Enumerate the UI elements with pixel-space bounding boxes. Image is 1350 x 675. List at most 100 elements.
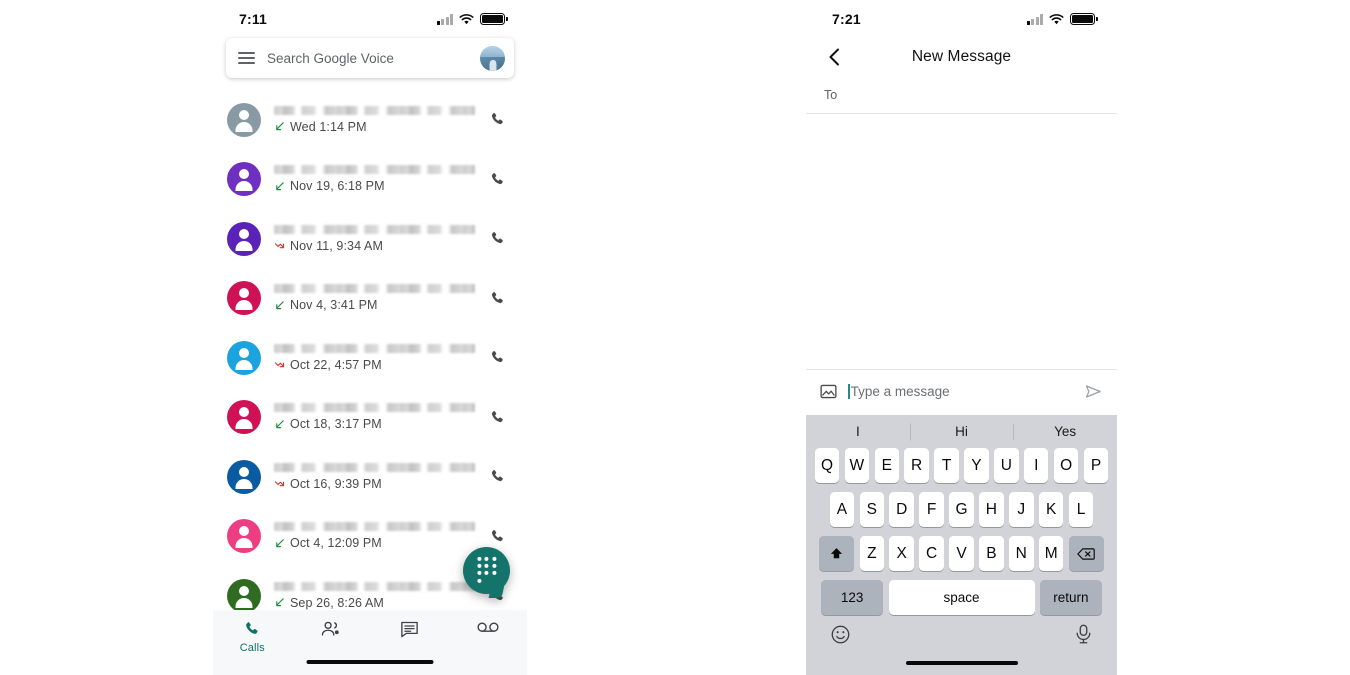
missed-call-icon: [274, 481, 285, 487]
search-input[interactable]: Search Google Voice: [267, 51, 468, 66]
key-u[interactable]: U: [994, 448, 1019, 483]
account-avatar[interactable]: [480, 45, 505, 71]
call-status-line: Oct 4, 12:09 PM: [274, 536, 475, 550]
call-timestamp: Wed 1:14 PM: [290, 119, 367, 134]
call-log-row[interactable]: Oct 22, 4:57 PM: [213, 328, 527, 388]
key-y[interactable]: Y: [964, 448, 989, 483]
key-e[interactable]: E: [874, 448, 900, 483]
call-timestamp: Oct 18, 3:17 PM: [290, 417, 382, 432]
key-x[interactable]: X: [889, 536, 914, 571]
emoji-smiley-icon[interactable]: [830, 624, 851, 645]
message-composer: Type a message: [806, 369, 1117, 413]
key-r[interactable]: R: [904, 448, 929, 483]
key-g[interactable]: G: [949, 492, 974, 527]
nav-tab-contacts[interactable]: Contacts: [292, 619, 371, 654]
key-t[interactable]: T: [934, 448, 959, 483]
call-back-icon[interactable]: [488, 408, 507, 427]
key-b[interactable]: B: [979, 536, 1004, 571]
call-log-row[interactable]: Nov 11, 9:34 AM: [213, 209, 527, 269]
key-j[interactable]: J: [1009, 492, 1034, 527]
key-i[interactable]: I: [1023, 448, 1049, 483]
call-details: Oct 16, 9:39 PM: [274, 462, 475, 491]
recipient-field-row[interactable]: To: [806, 76, 1117, 114]
call-back-icon[interactable]: [488, 110, 507, 129]
key-p[interactable]: P: [1083, 448, 1109, 483]
shift-key[interactable]: [819, 536, 855, 571]
insert-image-icon[interactable]: [820, 383, 837, 400]
call-back-icon[interactable]: [488, 229, 507, 248]
call-timestamp: Nov 11, 9:34 AM: [290, 238, 383, 253]
message-placeholder: Type a message: [850, 384, 950, 399]
key-d[interactable]: D: [889, 492, 914, 527]
voicemail-icon: [477, 622, 499, 632]
key-c[interactable]: C: [919, 536, 944, 571]
call-log-row[interactable]: Oct 18, 3:17 PM: [213, 388, 527, 448]
call-details: Nov 19, 6:18 PM: [274, 165, 475, 193]
suggestion-chip[interactable]: Yes: [1013, 424, 1117, 439]
message-input[interactable]: Type a message: [848, 384, 1073, 399]
call-status-line: Nov 4, 3:41 PM: [274, 298, 475, 312]
dialpad-fab[interactable]: [463, 547, 510, 594]
keyboard-row-3: Z X C V B N M: [806, 536, 1117, 571]
space-key[interactable]: space: [888, 580, 1035, 615]
call-back-icon[interactable]: [488, 527, 507, 546]
contact-avatar: [227, 102, 261, 137]
contact-avatar: [227, 162, 261, 197]
hamburger-menu-icon[interactable]: [238, 51, 255, 65]
nav-tab-voicemail[interactable]: Voicemail: [449, 619, 528, 650]
microphone-icon[interactable]: [1074, 623, 1093, 645]
key-h[interactable]: H: [979, 492, 1004, 527]
call-timestamp: Sep 26, 8:26 AM: [290, 595, 384, 610]
key-w[interactable]: W: [844, 448, 870, 483]
key-z[interactable]: Z: [859, 536, 885, 571]
contact-name-redacted: [274, 343, 475, 353]
contact-name-redacted: [274, 522, 475, 532]
call-history-list: Wed 1:14 PM Nov 19, 6:18 PM Nov 11, 9:34…: [213, 90, 527, 626]
key-n[interactable]: N: [1009, 536, 1034, 571]
call-back-icon[interactable]: [488, 289, 507, 308]
contact-avatar: [227, 578, 261, 613]
nav-tab-messages[interactable]: Messages: [370, 619, 449, 654]
numeric-key[interactable]: 123: [821, 580, 884, 615]
autocorrect-suggestion-bar: I Hi Yes: [806, 415, 1117, 448]
backspace-icon: [1077, 547, 1096, 560]
backspace-key[interactable]: [1068, 536, 1104, 571]
call-log-row[interactable]: Wed 1:14 PM: [213, 90, 527, 150]
key-s[interactable]: S: [859, 492, 885, 527]
call-back-icon[interactable]: [488, 467, 507, 486]
contact-name-redacted: [274, 165, 475, 175]
contact-avatar: [227, 459, 261, 494]
call-status-line: Oct 16, 9:39 PM: [274, 477, 475, 491]
key-a[interactable]: A: [829, 492, 855, 527]
key-f[interactable]: F: [919, 492, 944, 527]
contacts-icon: [322, 621, 339, 636]
call-log-row[interactable]: Nov 4, 3:41 PM: [213, 269, 527, 329]
key-q[interactable]: Q: [814, 448, 840, 483]
key-o[interactable]: O: [1053, 448, 1079, 483]
key-l[interactable]: L: [1068, 492, 1094, 527]
key-k[interactable]: K: [1038, 492, 1064, 527]
contact-name-redacted: [274, 403, 475, 413]
call-log-row[interactable]: Oct 16, 9:39 PM: [213, 447, 527, 507]
wifi-icon: [1049, 13, 1064, 24]
call-timestamp: Nov 19, 6:18 PM: [290, 179, 385, 194]
suggestion-chip[interactable]: Hi: [910, 424, 1014, 439]
suggestion-chip[interactable]: I: [806, 424, 910, 439]
return-key[interactable]: return: [1039, 580, 1102, 615]
nav-tab-calls[interactable]: Calls: [213, 619, 292, 654]
status-bar-left: 7:11: [213, 0, 527, 38]
dialpad-icon: [476, 556, 497, 583]
call-timestamp: Nov 4, 3:41 PM: [290, 298, 378, 313]
key-m[interactable]: M: [1038, 536, 1064, 571]
incoming-call-icon: [276, 122, 284, 131]
call-back-icon[interactable]: [488, 348, 507, 367]
to-label: To: [824, 87, 838, 102]
contact-name-redacted: [274, 462, 475, 472]
search-bar[interactable]: Search Google Voice: [226, 38, 514, 78]
call-log-row[interactable]: Nov 19, 6:18 PM: [213, 150, 527, 210]
key-v[interactable]: V: [949, 536, 974, 571]
call-status-line: Sep 26, 8:26 AM: [274, 596, 475, 610]
send-icon[interactable]: [1084, 382, 1103, 401]
call-back-icon[interactable]: [488, 170, 507, 189]
call-details: Nov 11, 9:34 AM: [274, 224, 475, 253]
